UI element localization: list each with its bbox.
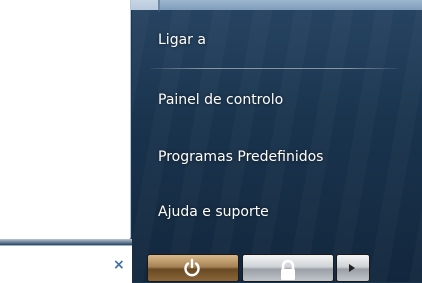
close-icon[interactable]: × (113, 258, 125, 272)
menu-separator (150, 68, 398, 69)
top-right-strip (160, 0, 422, 10)
menu-item-ajuda-e-suporte[interactable]: Ajuda e suporte (158, 204, 269, 220)
menu-item-ligar-a[interactable]: Ligar a (158, 32, 206, 48)
right-pane (132, 10, 422, 282)
programs-panel (0, 0, 131, 240)
arrow-right-icon (349, 264, 355, 272)
menu-item-programas-predefinidos[interactable]: Programas Predefinidos (158, 149, 323, 165)
lock-icon (281, 259, 295, 280)
power-icon (184, 258, 200, 277)
menu-item-painel-de-controlo[interactable]: Painel de controlo (158, 92, 283, 108)
